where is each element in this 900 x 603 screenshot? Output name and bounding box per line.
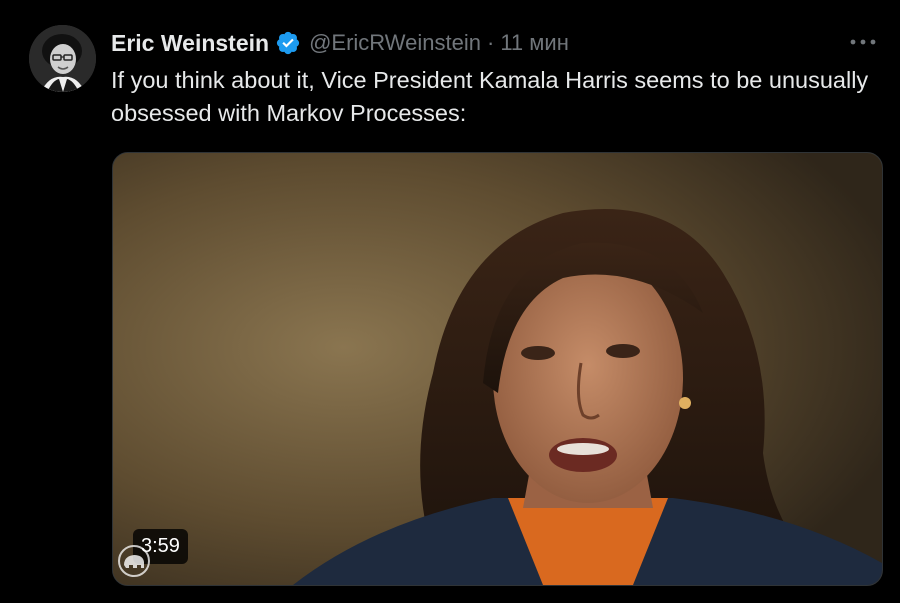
verified-badge-icon[interactable] [275, 30, 301, 56]
avatar-image [29, 25, 96, 92]
author-display-name[interactable]: Eric Weinstein [111, 30, 269, 57]
tweet-text: If you think about it, Vice President Ka… [111, 67, 869, 126]
author-avatar[interactable] [29, 25, 96, 92]
tweet-header: Eric Weinstein @EricRWeinstein · 11 мин [111, 28, 569, 58]
tweet-timestamp[interactable]: 11 мин [500, 30, 569, 56]
more-horizontal-icon[interactable] [848, 30, 878, 54]
republican-elephant-logo [116, 543, 152, 579]
header-separator: · [487, 30, 495, 55]
video-player[interactable] [112, 152, 883, 586]
tweet-card[interactable]: Eric Weinstein @EricRWeinstein · 11 мин … [0, 0, 900, 603]
video-thumbnail [113, 153, 882, 585]
author-handle[interactable]: @EricRWeinstein [309, 30, 481, 56]
